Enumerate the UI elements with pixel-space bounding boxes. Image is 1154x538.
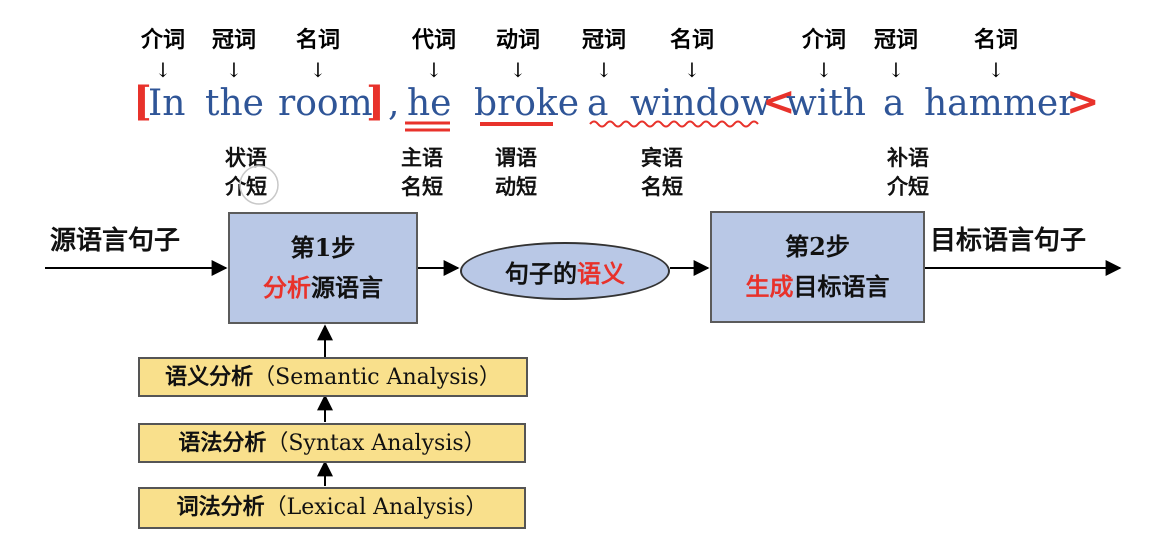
step1-analyze-box: 第1步 分析源语言 [228,212,418,324]
cursor-circle-icon [239,165,279,205]
down-arrow-icon: ↓ [225,58,243,82]
semantic-analysis-cn: 语义分析 [165,364,254,390]
semantics-prefix: 句子的 [505,258,577,288]
step1-desc-rest: 源语言 [311,273,383,302]
step2-desc-rest: 目标语言 [793,272,890,301]
word-with: with [786,83,866,124]
word-in: In [148,83,186,124]
step1-desc: 分析源语言 [263,268,383,308]
word-hammer: hammer [924,83,1076,124]
down-arrow-icon: ↓ [987,58,1005,82]
lexical-analysis-cn: 词法分析 [176,494,265,520]
close-bracket: ] [366,78,385,125]
step2-desc: 生成目标语言 [746,267,890,307]
diagram-canvas: 介词 冠词 名词 代词 动词 冠词 名词 介词 冠词 名词 ↓ ↓ ↓ ↓ ↓ … [0,0,1154,538]
pos-tag-with: 介词 [801,27,846,53]
role-predicate: 谓语 动短 [495,145,537,199]
semantic-analysis-tag: 语义分析（Semantic Analysis） [138,357,528,397]
source-sentence-label: 源语言句子 [50,226,181,256]
down-arrow-icon: ↓ [509,58,527,82]
target-sentence-label: 目标语言句子 [930,226,1087,256]
role-object: 宾语 名短 [641,145,683,199]
pos-tag-in: 介词 [140,27,185,53]
pos-tag-room: 名词 [295,27,340,53]
word-window: window [630,83,772,124]
pos-tag-a2: 冠词 [873,27,918,53]
step1-desc-red: 分析 [263,273,311,302]
pos-tag-window: 名词 [669,27,714,53]
role-subject: 主语 名短 [401,145,443,199]
semantics-ellipse: 句子的 语义 [460,242,670,300]
down-arrow-icon: ↓ [309,58,327,82]
down-arrow-icon: ↓ [815,58,833,82]
pos-tag-he: 代词 [411,27,456,53]
pos-tag-broke: 动词 [495,27,540,53]
semantics-red: 语义 [577,258,625,288]
semantic-analysis-en: （Semantic Analysis） [253,365,501,390]
pos-tag-hammer: 名词 [973,27,1018,53]
down-arrow-icon: ↓ [425,58,443,82]
step2-generate-box: 第2步 生成目标语言 [710,211,925,323]
word-the: the [205,83,264,124]
word-he: he [407,83,452,124]
word-room: room [278,83,373,124]
syntax-analysis-en: （Syntax Analysis） [266,431,486,456]
pos-tag-a: 冠词 [581,27,626,53]
step2-title: 第2步 [785,232,850,261]
word-broke: broke [474,83,580,124]
lexical-analysis-en: （Lexical Analysis） [264,495,488,520]
step1-title: 第1步 [290,233,356,262]
comma: , [388,83,400,124]
syntax-analysis-tag: 语法分析（Syntax Analysis） [138,423,526,463]
word-a: a [587,83,609,124]
lexical-analysis-tag: 词法分析（Lexical Analysis） [138,487,526,529]
pos-tag-the: 冠词 [211,27,256,53]
close-angle: > [1066,78,1100,125]
down-arrow-icon: ↓ [683,58,701,82]
down-arrow-icon: ↓ [595,58,613,82]
down-arrow-icon: ↓ [887,58,905,82]
down-arrow-icon: ↓ [154,58,172,82]
role-complement: 补语 介短 [887,145,929,199]
step2-desc-red: 生成 [745,272,794,301]
syntax-analysis-cn: 语法分析 [178,430,267,456]
word-a2: a [883,83,905,124]
